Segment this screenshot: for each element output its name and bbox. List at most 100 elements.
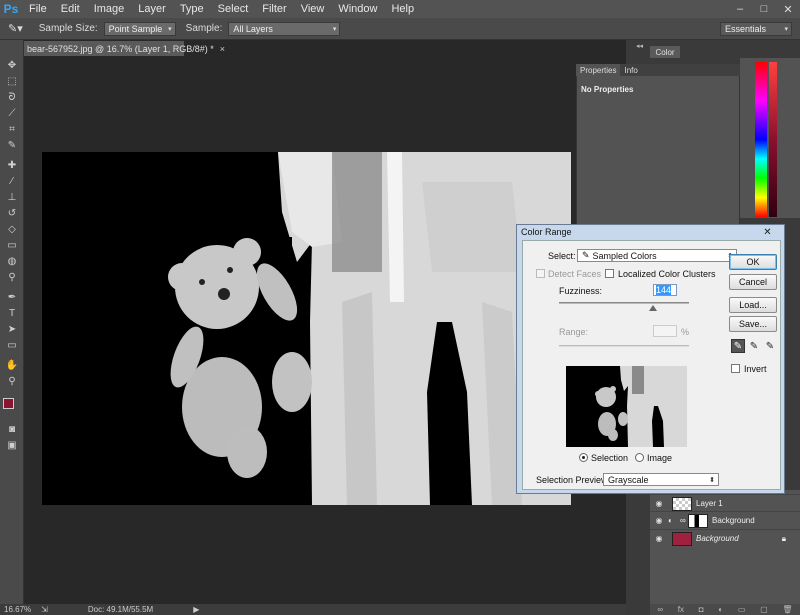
mask-icon[interactable]: ◘	[699, 605, 704, 614]
fuzziness-slider-track[interactable]	[559, 302, 689, 304]
maximize-button[interactable]: □	[752, 0, 776, 18]
adjustment-layer-icon[interactable]: ◐	[718, 605, 723, 614]
lasso-tool-icon[interactable]: ᘐ	[3, 90, 21, 104]
selection-radio[interactable]	[579, 453, 588, 462]
fuzziness-label: Fuzziness:	[559, 286, 603, 296]
eye-icon[interactable]: ◉	[650, 516, 668, 525]
image-radio[interactable]	[635, 453, 644, 462]
tab-info[interactable]: Info	[620, 64, 641, 76]
selection-preview-dropdown[interactable]: Grayscale ⬍	[603, 473, 719, 486]
range-label: Range:	[559, 327, 589, 337]
eyedropper-icon[interactable]: ✎▾	[8, 22, 23, 35]
sample-size-select[interactable]: Point Sample ▾	[103, 21, 176, 36]
menu-image[interactable]: Image	[87, 3, 132, 15]
menu-layer[interactable]: Layer	[131, 3, 173, 15]
new-layer-icon[interactable]: ▢	[760, 605, 768, 614]
fuzziness-slider-thumb[interactable]	[648, 305, 657, 311]
selection-preview-label: Selection Preview:	[536, 475, 611, 485]
window-controls: – □ ✕	[728, 0, 800, 18]
document-tab[interactable]: bear-567952.jpg @ 16.7% (Layer 1, RGB/8#…	[24, 41, 225, 56]
hand-tool-icon[interactable]: ✋	[3, 358, 21, 372]
eye-icon[interactable]: ◉	[650, 534, 668, 543]
fx-icon[interactable]: fx	[678, 605, 684, 614]
folder-icon[interactable]: ▭	[738, 605, 746, 614]
menu-edit[interactable]: Edit	[54, 3, 87, 15]
eyedropper-tool-icon[interactable]: ✎	[3, 138, 21, 152]
localized-clusters-checkbox[interactable]	[605, 269, 614, 278]
lock-icon: 🔒︎	[781, 533, 786, 543]
menu-view[interactable]: View	[294, 3, 332, 15]
link-icon[interactable]: ∞	[657, 605, 663, 614]
pen-tool-icon[interactable]: ✒	[3, 290, 21, 304]
type-tool-icon[interactable]: T	[3, 306, 21, 320]
eye-icon[interactable]: ◉	[650, 499, 668, 508]
invert-label: Invert	[744, 364, 767, 374]
screen-mode-icon[interactable]: ▣	[3, 438, 21, 452]
eyedropper-icon[interactable]: ✎	[731, 339, 745, 353]
menu-window[interactable]: Window	[331, 3, 384, 15]
layer-row[interactable]: ◉ Background 🔒︎	[650, 529, 800, 547]
trash-icon[interactable]: 🗑︎	[782, 605, 792, 614]
zoom-tool-icon[interactable]: ⚲	[3, 374, 21, 388]
eyedropper-minus-icon[interactable]: ✎	[763, 339, 777, 353]
healing-tool-icon[interactable]: ✚	[3, 158, 21, 172]
color-saturation-bar[interactable]	[769, 62, 777, 217]
marquee-tool-icon[interactable]: ⬚	[3, 74, 21, 88]
crop-tool-icon[interactable]: ⌗	[3, 122, 21, 136]
range-input[interactable]	[653, 325, 677, 337]
cancel-button[interactable]: Cancel	[729, 274, 777, 290]
history-brush-tool-icon[interactable]: ↺	[3, 206, 21, 220]
foreground-color-swatch[interactable]	[3, 398, 14, 409]
export-icon[interactable]: ⇲	[41, 605, 48, 614]
close-tab-icon[interactable]: ×	[220, 44, 225, 54]
canvas-image	[42, 152, 571, 505]
layer-row[interactable]: ◉ Layer 1	[650, 494, 800, 512]
status-menu-icon[interactable]: ▶	[193, 605, 199, 614]
move-tool-icon[interactable]: ✥	[3, 58, 21, 72]
menu-type[interactable]: Type	[173, 3, 211, 15]
zoom-level[interactable]: 16.67%	[4, 605, 31, 614]
sample-select[interactable]: All Layers ▾	[228, 21, 341, 36]
menu-filter[interactable]: Filter	[255, 3, 293, 15]
tab-properties[interactable]: Properties	[576, 64, 621, 76]
menu-file[interactable]: File	[22, 3, 54, 15]
chain-link-icon: ∞	[680, 516, 686, 525]
dialog-close-button[interactable]: ✕	[753, 226, 782, 238]
invert-checkbox[interactable]	[731, 364, 740, 373]
tab-color[interactable]: Color	[650, 46, 680, 58]
load-button[interactable]: Load...	[729, 297, 777, 313]
shape-tool-icon[interactable]: ▭	[3, 338, 21, 352]
eyedropper-icon: ✎	[582, 250, 590, 260]
menu-select[interactable]: Select	[211, 3, 256, 15]
dodge-tool-icon[interactable]: ⚲	[3, 270, 21, 284]
ok-button[interactable]: OK	[729, 254, 777, 270]
save-button[interactable]: Save...	[729, 316, 777, 332]
quick-mask-icon[interactable]: ◙	[3, 422, 21, 436]
blur-tool-icon[interactable]: ◍	[3, 254, 21, 268]
menu-help[interactable]: Help	[384, 3, 421, 15]
fuzziness-input[interactable]: 144	[653, 284, 677, 296]
close-window-button[interactable]: ✕	[776, 0, 800, 18]
dialog-body: Select: ✎ Sampled Colors ⬍ Detect Faces …	[522, 240, 781, 490]
eraser-tool-icon[interactable]: ◇	[3, 222, 21, 236]
color-spectrum-slider[interactable]	[755, 62, 767, 217]
stamp-tool-icon[interactable]: ⊥	[3, 190, 21, 204]
workspace-select[interactable]: Essentials ▾	[720, 21, 792, 36]
detect-faces-checkbox[interactable]	[536, 269, 545, 278]
gradient-tool-icon[interactable]: ▭	[3, 238, 21, 252]
document-canvas[interactable]	[42, 152, 571, 505]
image-radio-label: Image	[647, 453, 673, 463]
layer-row[interactable]: ◉ ◐ ∞ Background	[650, 511, 800, 529]
selection-preview-image	[566, 366, 687, 447]
fuzziness-value: 144	[656, 285, 672, 295]
minimize-button[interactable]: –	[728, 0, 752, 18]
range-slider-track[interactable]	[559, 345, 689, 347]
brush-tool-icon[interactable]: ⁄	[3, 174, 21, 188]
selection-preview-value: Grayscale	[608, 474, 649, 485]
path-select-tool-icon[interactable]: ➤	[3, 322, 21, 336]
select-dropdown[interactable]: ✎ Sampled Colors ⬍	[577, 249, 737, 262]
panel-collapse-icon[interactable]: ◂◂	[636, 42, 643, 50]
eyedropper-plus-icon[interactable]: ✎	[747, 339, 761, 353]
workspace-value: Essentials	[725, 23, 767, 34]
quick-select-tool-icon[interactable]: ⟋	[3, 106, 21, 120]
